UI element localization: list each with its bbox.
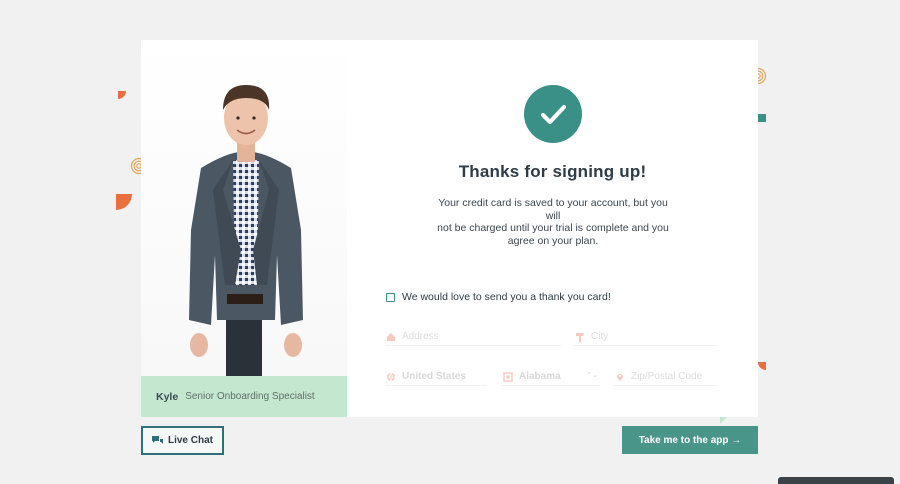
signpost-icon (574, 332, 586, 342)
zip-field[interactable]: Zip/Postal Code (614, 368, 717, 386)
city-field[interactable]: City (574, 328, 717, 346)
success-check-badge (524, 85, 582, 143)
specialist-photo-panel: Kyle Senior Onboarding Specialist (141, 40, 347, 417)
checkmark-icon (540, 104, 567, 125)
confetti-orange-bottom (758, 362, 766, 370)
bottom-right-widget-tab[interactable] (778, 477, 894, 484)
specialist-name-bar: Kyle Senior Onboarding Specialist (141, 376, 347, 417)
description-line: agree on your plan. (507, 234, 599, 247)
thank-you-card-checkbox-row[interactable]: We would love to send you a thank you ca… (386, 291, 611, 303)
home-icon (385, 332, 397, 342)
zip-placeholder: Zip/Postal Code (631, 371, 703, 382)
state-select[interactable]: Alabama ⌃⌄ (502, 368, 600, 386)
signup-success-card: Kyle Senior Onboarding Specialist Thanks… (141, 40, 758, 417)
specialist-photo (189, 85, 303, 380)
country-select[interactable]: United States (385, 368, 487, 386)
success-description: Your credit card is saved to your accoun… (433, 197, 673, 247)
live-chat-label: Live Chat (167, 435, 213, 446)
country-value: United States (402, 371, 466, 382)
state-value: Alabama (519, 371, 561, 382)
confetti-orange-quarter (118, 91, 126, 99)
confetti-green-triangle (720, 416, 728, 424)
address-placeholder: Address (402, 331, 439, 342)
live-chat-button[interactable]: Live Chat (141, 426, 224, 455)
thank-you-card-checkbox[interactable] (386, 292, 395, 302)
thank-you-card-label: We would love to send you a thank you ca… (402, 291, 611, 303)
take-me-to-app-button[interactable]: Take me to the app → (622, 426, 758, 454)
globe-icon (385, 372, 397, 382)
confetti-teal-square (758, 114, 766, 122)
location-pin-icon (614, 372, 626, 382)
chat-bubbles-icon (151, 435, 164, 446)
confetti-orange-quarter-large (116, 194, 132, 210)
map-icon (502, 371, 514, 382)
specialist-role: Senior Onboarding Specialist (185, 391, 315, 402)
specialist-name: Kyle (156, 390, 179, 403)
chevron-updown-icon: ⌃⌄ (586, 372, 598, 379)
description-line: not be charged until your trial is compl… (437, 222, 669, 234)
address-field[interactable]: Address (385, 328, 561, 346)
description-line: Your credit card is saved to your accoun… (438, 197, 668, 222)
success-title: Thanks for signing up! (458, 162, 647, 181)
city-placeholder: City (591, 331, 609, 342)
